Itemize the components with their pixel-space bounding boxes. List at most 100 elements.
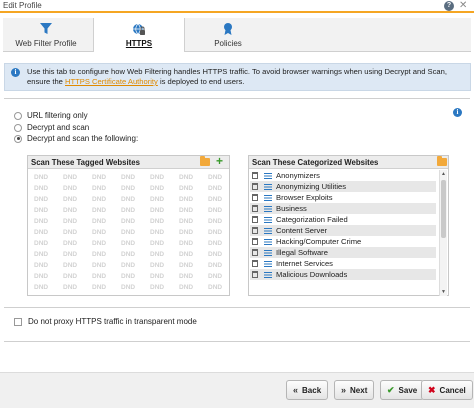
panel-title: Scan These Categorized Websites <box>252 158 379 167</box>
radio-label: URL filtering only <box>27 111 88 120</box>
tagged-websites-panel: Scan These Tagged Websites + DND DND DND DN… <box>27 155 230 296</box>
back-button[interactable]: « Back <box>286 380 329 400</box>
dnd-placeholder: DND <box>63 240 78 247</box>
dnd-placeholder: DND <box>150 185 165 192</box>
list-icon <box>264 249 272 256</box>
trash-icon[interactable] <box>252 227 258 234</box>
trash-icon[interactable] <box>252 194 258 201</box>
radio-url-filtering-only[interactable]: URL filtering only <box>14 110 88 121</box>
transparent-mode-option[interactable]: Do not proxy HTTPS traffic in transparen… <box>14 317 197 326</box>
button-label: Back <box>302 385 322 395</box>
dnd-placeholder: DND <box>208 262 223 269</box>
dnd-placeholder: DND <box>179 185 194 192</box>
list-item[interactable]: Anonymizing Utilities <box>250 181 436 192</box>
panel-header: Scan These Tagged Websites + <box>28 155 229 169</box>
list-item[interactable]: Malicious Downloads <box>250 269 436 280</box>
trash-icon[interactable] <box>252 249 258 256</box>
radio-button[interactable] <box>14 111 22 120</box>
tab-web-filter-profile[interactable]: Web Filter Profile <box>3 18 89 52</box>
trash-icon[interactable] <box>252 260 258 267</box>
radio-decrypt-and-scan[interactable]: Decrypt and scan <box>14 122 89 133</box>
list-item[interactable]: Business <box>250 203 436 214</box>
trash-icon[interactable] <box>252 238 258 245</box>
trash-icon[interactable] <box>252 271 258 278</box>
scroll-down-icon[interactable]: ▼ <box>441 289 446 295</box>
list-icon <box>264 183 272 190</box>
dnd-placeholder: DND <box>92 185 107 192</box>
radio-decrypt-and-scan-following[interactable]: Decrypt and scan the following: <box>14 133 138 144</box>
list-icon <box>264 238 272 245</box>
dnd-placeholder: DND <box>121 251 136 258</box>
folder-icon[interactable] <box>437 156 447 166</box>
dnd-placeholder: DND <box>179 229 194 236</box>
title-bar: Edit Profile ? ✕ <box>0 0 474 13</box>
button-label: Save <box>398 385 418 395</box>
category-label: Anonymizers <box>276 171 320 180</box>
list-item[interactable]: Hacking/Computer Crime <box>250 236 436 247</box>
dnd-placeholder: DND <box>63 207 78 214</box>
list-item[interactable]: Internet Services <box>250 258 436 269</box>
drop-zone[interactable]: DND DND DND DND DND DND DND DND DND DND DND DND DND D… <box>30 172 240 294</box>
dnd-placeholder: DND <box>92 218 107 225</box>
trash-icon[interactable] <box>252 216 258 223</box>
radio-button-selected[interactable] <box>14 134 22 143</box>
info-icon: i <box>11 68 20 77</box>
list-icon <box>264 260 272 267</box>
help-icon[interactable]: ? <box>444 1 454 11</box>
scrollbar-thumb[interactable] <box>441 180 446 238</box>
dnd-placeholder: DND <box>92 251 107 258</box>
dnd-placeholder: DND <box>63 251 78 258</box>
list-item[interactable]: Illegal Software <box>250 247 436 258</box>
dnd-placeholder: DND <box>63 218 78 225</box>
folder-icon[interactable] <box>200 156 210 166</box>
dnd-placeholder: DND <box>150 273 165 280</box>
categorized-websites-panel: Scan These Categorized Websites Anonymiz… <box>248 155 449 296</box>
dnd-placeholder: DND <box>63 185 78 192</box>
dnd-placeholder: DND <box>150 196 165 203</box>
info-banner: i Use this tab to configure how Web Filt… <box>4 63 471 91</box>
dnd-placeholder: DND <box>179 196 194 203</box>
list-icon <box>264 227 272 234</box>
info-icon[interactable]: i <box>453 108 462 117</box>
add-icon[interactable]: + <box>216 155 223 167</box>
dnd-placeholder: DND <box>63 174 78 181</box>
dnd-placeholder: DND <box>179 218 194 225</box>
trash-icon[interactable] <box>252 205 258 212</box>
list-icon <box>264 194 272 201</box>
dnd-placeholder: DND <box>34 218 49 225</box>
category-label: Hacking/Computer Crime <box>276 237 362 246</box>
tab-policies[interactable]: Policies <box>185 18 271 52</box>
dnd-placeholder: DND <box>92 207 107 214</box>
dialog-footer: « Back » Next ✔ Save ✖ Cancel <box>0 372 474 408</box>
dnd-placeholder: DND <box>150 229 165 236</box>
list-icon <box>264 271 272 278</box>
close-icon[interactable]: ✕ <box>459 0 467 11</box>
dnd-placeholder: DND <box>121 174 136 181</box>
cancel-button[interactable]: ✖ Cancel <box>421 380 473 400</box>
dnd-placeholder: DND <box>179 262 194 269</box>
checkbox[interactable] <box>14 317 22 326</box>
section-divider <box>4 98 470 99</box>
category-label: Browser Exploits <box>276 193 333 202</box>
list-item[interactable]: Categorization Failed <box>250 214 436 225</box>
next-button[interactable]: » Next <box>334 380 375 400</box>
scrollbar[interactable]: ▲ ▼ <box>439 170 447 296</box>
list-item[interactable]: Content Server <box>250 225 436 236</box>
radio-label: Decrypt and scan <box>27 123 90 132</box>
dnd-placeholder: DND <box>150 207 165 214</box>
dnd-placeholder: DND <box>208 196 223 203</box>
list-item[interactable]: Browser Exploits <box>250 192 436 203</box>
dnd-placeholder: DND <box>150 251 165 258</box>
trash-icon[interactable] <box>252 183 258 190</box>
dnd-placeholder: DND <box>34 207 49 214</box>
https-certificate-authority-link[interactable]: HTTPS Certificate Authority <box>65 77 158 86</box>
scroll-up-icon[interactable]: ▲ <box>441 171 446 177</box>
list-item[interactable]: Anonymizers <box>250 170 436 181</box>
tab-https[interactable]: HTTPS <box>93 18 185 52</box>
dnd-placeholder: DND <box>121 262 136 269</box>
trash-icon[interactable] <box>252 172 258 179</box>
save-button[interactable]: ✔ Save <box>380 380 425 400</box>
radio-button[interactable] <box>14 123 22 132</box>
section-divider <box>4 341 470 342</box>
chevron-left-icon: « <box>293 385 299 395</box>
